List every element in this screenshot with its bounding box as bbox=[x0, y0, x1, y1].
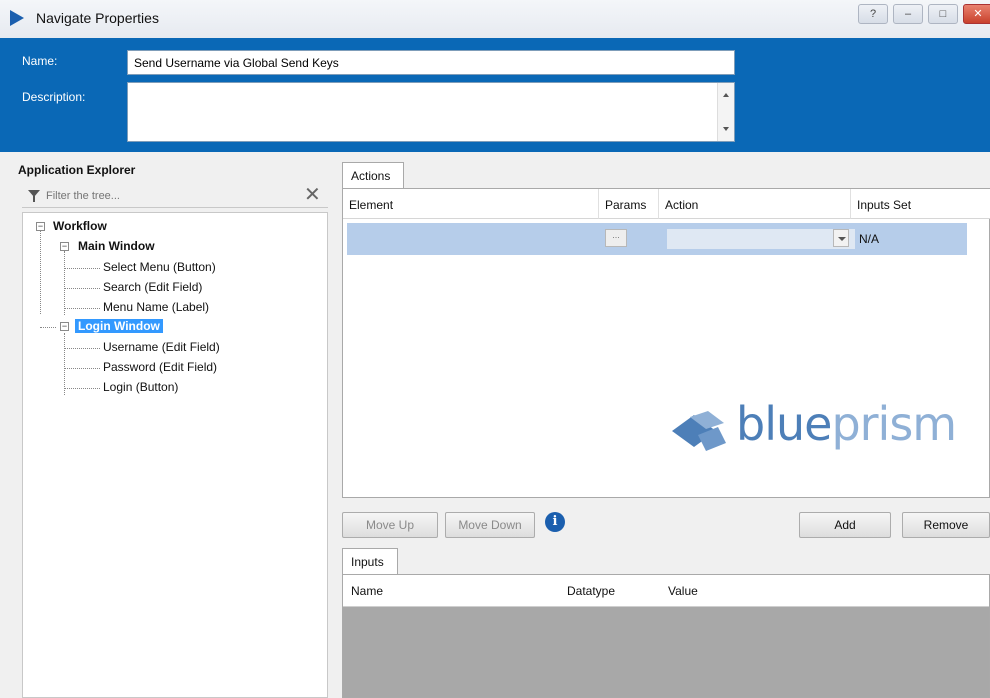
column-header-params[interactable]: Params bbox=[599, 189, 659, 219]
chevron-down-icon bbox=[838, 237, 846, 241]
maximize-button[interactable]: □ bbox=[928, 4, 958, 24]
blueprism-logo: blueprism bbox=[668, 395, 990, 459]
scroll-down-icon[interactable] bbox=[723, 127, 729, 131]
name-label: Name: bbox=[22, 54, 58, 68]
move-down-button[interactable]: Move Down bbox=[445, 512, 535, 538]
table-row[interactable]: ... N/A bbox=[347, 223, 967, 255]
tree-connector bbox=[64, 268, 100, 269]
properties-header: Name: Description: bbox=[0, 38, 990, 152]
tab-actions[interactable]: Actions bbox=[342, 162, 404, 188]
tree-connector bbox=[64, 251, 65, 315]
scroll-up-icon[interactable] bbox=[723, 93, 729, 97]
name-field[interactable] bbox=[127, 50, 735, 75]
tree-node-workflow[interactable]: Workflow bbox=[53, 219, 107, 233]
tree-node-login-button[interactable]: Login (Button) bbox=[103, 380, 178, 394]
tree-node-username[interactable]: Username (Edit Field) bbox=[103, 340, 220, 354]
dropdown-arrow-button[interactable] bbox=[833, 229, 849, 247]
tree-node-login-window[interactable]: Login Window bbox=[75, 319, 163, 333]
tree-connector bbox=[64, 288, 100, 289]
add-button[interactable]: Add bbox=[799, 512, 891, 538]
column-header-value[interactable]: Value bbox=[668, 584, 698, 598]
description-label: Description: bbox=[22, 90, 86, 104]
wordmark-prism: prism bbox=[831, 397, 957, 451]
action-dropdown[interactable] bbox=[667, 229, 855, 249]
tree-connector bbox=[64, 348, 100, 349]
tree-node-select-menu[interactable]: Select Menu (Button) bbox=[103, 260, 216, 274]
close-button[interactable]: ✕ bbox=[963, 4, 990, 24]
blueprism-app-icon bbox=[10, 10, 24, 26]
tab-inputs[interactable]: Inputs bbox=[342, 548, 398, 574]
window-title: Navigate Properties bbox=[36, 10, 159, 26]
tree-filter: ✕ bbox=[22, 184, 328, 208]
tree-connector bbox=[40, 327, 56, 328]
tree-connector bbox=[64, 388, 100, 389]
collapse-icon[interactable]: − bbox=[60, 242, 69, 251]
remove-button[interactable]: Remove bbox=[902, 512, 990, 538]
tree-node-password[interactable]: Password (Edit Field) bbox=[103, 360, 217, 374]
description-field[interactable] bbox=[127, 82, 735, 142]
params-button[interactable]: ... bbox=[605, 229, 627, 247]
blueprism-wordmark: blueprism bbox=[736, 397, 957, 451]
blueprism-mark-icon bbox=[672, 411, 726, 451]
column-header-element[interactable]: Element bbox=[343, 189, 599, 219]
application-tree: − Workflow − Main Window Select Menu (Bu… bbox=[22, 212, 328, 698]
clear-filter-icon[interactable]: ✕ bbox=[304, 182, 321, 207]
help-button[interactable]: ? bbox=[858, 4, 888, 24]
tree-node-search[interactable]: Search (Edit Field) bbox=[103, 280, 202, 294]
inputs-grid: Name Datatype Value bbox=[342, 574, 990, 698]
tree-connector bbox=[64, 333, 65, 395]
inputs-grid-header: Name Datatype Value bbox=[343, 575, 989, 607]
filter-funnel-stem bbox=[33, 196, 35, 202]
column-header-inputs-set[interactable]: Inputs Set bbox=[851, 189, 990, 219]
tree-node-main-window[interactable]: Main Window bbox=[78, 239, 155, 253]
tree-connector bbox=[40, 230, 41, 314]
tree-connector bbox=[64, 368, 100, 369]
description-scrollbar[interactable] bbox=[717, 83, 734, 141]
move-up-button[interactable]: Move Up bbox=[342, 512, 438, 538]
collapse-icon[interactable]: − bbox=[60, 322, 69, 331]
wordmark-blue: blue bbox=[736, 397, 832, 451]
column-header-action[interactable]: Action bbox=[659, 189, 851, 219]
column-header-name[interactable]: Name bbox=[351, 584, 383, 598]
inputs-set-value: N/A bbox=[859, 232, 880, 246]
tree-node-menu-name[interactable]: Menu Name (Label) bbox=[103, 300, 209, 314]
minimize-button[interactable]: – bbox=[893, 4, 923, 24]
info-icon[interactable]: i bbox=[545, 512, 565, 532]
title-bar: Navigate Properties ? – □ ✕ bbox=[0, 0, 990, 38]
tree-filter-input[interactable] bbox=[46, 187, 296, 205]
application-explorer-title: Application Explorer bbox=[18, 163, 136, 177]
column-header-datatype[interactable]: Datatype bbox=[567, 584, 615, 598]
tree-connector bbox=[64, 308, 100, 309]
collapse-icon[interactable]: − bbox=[36, 222, 45, 231]
